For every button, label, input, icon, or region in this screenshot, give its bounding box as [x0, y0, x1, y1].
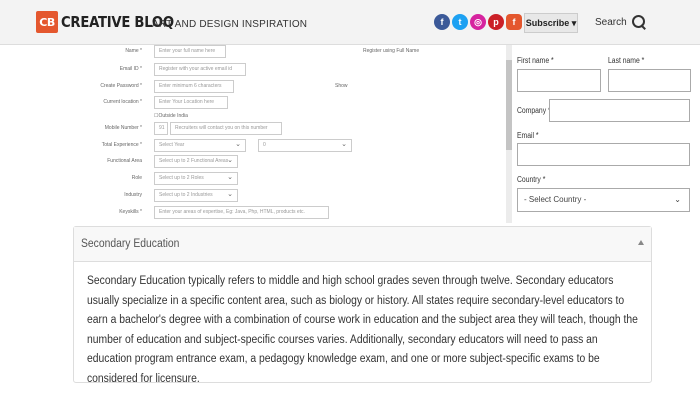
last-name-input[interactable] [608, 69, 691, 92]
last-name-label: Last name * [608, 56, 645, 65]
twitter-icon[interactable]: t [452, 14, 468, 30]
functional-label: Functional Area [107, 158, 142, 164]
name-note: Register using Full Name [363, 48, 420, 54]
keyskills-row: Keyskills * Enter your areas of expertis… [0, 206, 500, 220]
mobile-input[interactable]: Recruiters will contact you on this numb… [170, 122, 282, 135]
name-row: Name * Enter your full name here Registe… [0, 45, 500, 59]
mobile-row: Mobile Number * 91 Recruiters will conta… [0, 122, 500, 136]
accordion-title: Secondary Education [81, 238, 180, 250]
name-label: Name * [125, 48, 142, 54]
first-name-label: First name * [517, 56, 554, 65]
country-select-value: - Select Country - [524, 195, 587, 204]
flipboard-icon[interactable]: f [506, 14, 522, 30]
facebook-icon[interactable]: f [434, 14, 450, 30]
experience-year-select[interactable]: Select Year [154, 139, 246, 152]
contact-form: First name * Last name * Company * Email… [512, 45, 700, 223]
registration-form: Name * Enter your full name here Registe… [0, 45, 506, 223]
outside-india-checkbox[interactable]: ☐Outside India [154, 113, 188, 119]
pinterest-icon[interactable]: p [488, 14, 504, 30]
mobile-code-input[interactable]: 91 [154, 122, 168, 135]
accordion-header[interactable]: Secondary Education [74, 227, 651, 262]
role-label: Role [131, 175, 142, 181]
site-header: CB CREATIVE BLOQ ART AND DESIGN INSPIRAT… [0, 0, 700, 45]
keyskills-label: Keyskills * [119, 209, 142, 215]
company-label: Company * [517, 106, 551, 115]
experience-row: Total Experience * Select Year 0 [0, 139, 500, 153]
location-input[interactable]: Enter Your Location here [154, 96, 228, 109]
outside-india-label: Outside India [158, 113, 188, 119]
first-name-input[interactable] [517, 69, 601, 92]
search-label: Search [595, 16, 627, 28]
role-row: Role Select up to 2 Roles [0, 172, 500, 186]
social-links: f t ◎ p f [434, 14, 522, 30]
country-label: Country * [517, 175, 546, 184]
functional-select[interactable]: Select up to 2 Functional Areas [154, 155, 238, 168]
chevron-down-icon: ⌄ [674, 195, 681, 204]
secondary-education-accordion: Secondary Education Secondary Education … [73, 226, 652, 385]
experience-month-select[interactable]: 0 [258, 139, 352, 152]
mobile-label: Mobile Number * [104, 125, 142, 131]
accordion-body: Secondary Education typically refers to … [87, 275, 638, 385]
role-select[interactable]: Select up to 2 Roles [154, 172, 238, 185]
location-row: Current location * Enter Your Location h… [0, 96, 500, 110]
instagram-icon[interactable]: ◎ [470, 14, 486, 30]
search-icon [631, 15, 646, 29]
email-input-right[interactable] [517, 143, 690, 166]
name-input[interactable]: Enter your full name here [154, 45, 226, 58]
caret-up-icon[interactable] [638, 240, 644, 245]
industry-row: Industry Select up to 2 Industries [0, 189, 500, 203]
industry-select[interactable]: Select up to 2 Industries [154, 189, 238, 202]
password-label: Create Password * [100, 83, 142, 89]
logo-mark: CB [36, 11, 58, 33]
email-input[interactable]: Register with your active email id [154, 63, 246, 76]
site-tagline: ART AND DESIGN INSPIRATION [152, 19, 308, 30]
industry-label: Industry [124, 192, 142, 198]
keyskills-input[interactable]: Enter your areas of expertise, Eg: Java,… [154, 206, 329, 219]
experience-label: Total Experience * [101, 142, 142, 148]
password-row: Create Password * Enter minimum 6 charac… [0, 80, 500, 94]
company-input[interactable] [549, 99, 690, 122]
functional-row: Functional Area Select up to 2 Functiona… [0, 155, 500, 169]
location-label: Current location * [103, 99, 142, 105]
search-button[interactable]: Search [595, 15, 646, 29]
show-password-toggle[interactable]: Show [335, 83, 348, 89]
email-row: Email ID * Register with your active ema… [0, 63, 500, 77]
country-select[interactable]: - Select Country - ⌄ [517, 188, 690, 212]
subscribe-button[interactable]: Subscribe ▾ [524, 13, 578, 33]
email-label-right: Email * [517, 131, 539, 140]
email-label: Email ID * [119, 66, 142, 72]
password-input[interactable]: Enter minimum 6 characters [154, 80, 234, 93]
